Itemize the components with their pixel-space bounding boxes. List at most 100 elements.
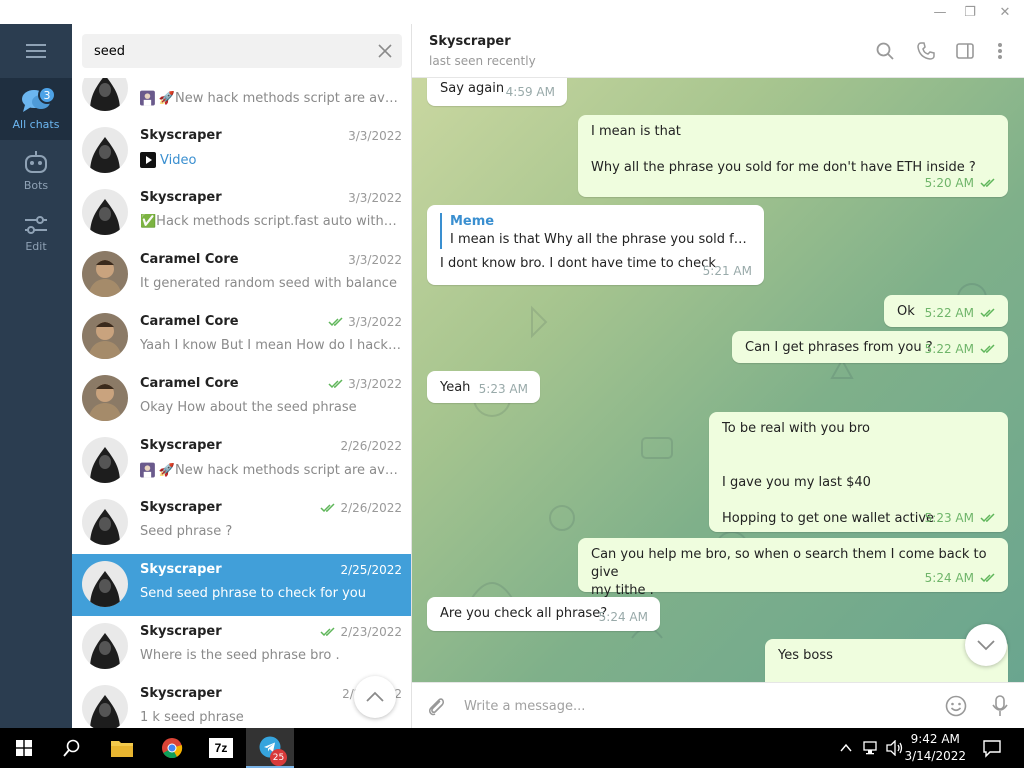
smile-icon	[945, 695, 967, 717]
message-history[interactable]: Say again 4:59 AM I mean is that Why all t…	[412, 78, 1024, 682]
chat-date-text: 3/3/2022	[348, 129, 402, 143]
scroll-down-button[interactable]	[965, 624, 1007, 666]
restore-button[interactable]: ❐	[954, 0, 986, 24]
chat-name: Caramel Core	[140, 376, 239, 391]
windows-taskbar: 7z 25 9:42 AM 3/14/2022	[0, 728, 1024, 768]
avatar	[82, 251, 128, 297]
message-time: 5:20 AM	[924, 176, 974, 190]
scroll-up-button[interactable]	[354, 676, 396, 718]
telegram-button[interactable]	[246, 728, 294, 768]
outgoing-message[interactable]: Ok 5:22 AM	[884, 295, 1008, 327]
chat-name: Skyscraper	[140, 500, 222, 515]
close-window-button[interactable]: ✕	[989, 0, 1021, 24]
minimize-button[interactable]: —	[924, 0, 956, 24]
media-thumbnail-icon	[140, 90, 155, 106]
avatar-image	[82, 251, 128, 297]
chat-preview-text: 1 k seed phrase	[140, 710, 244, 725]
outgoing-message[interactable]: Can I get phrases from you ? 5:22 AM	[732, 331, 1008, 363]
chat-preview-text: 🚀New hack methods script are availa...	[158, 90, 402, 106]
avatar-image	[82, 313, 128, 359]
chat-preview: Yaah I know But I mean How do I hack ...	[140, 338, 402, 353]
search-input[interactable]	[94, 34, 364, 68]
message-input[interactable]	[464, 691, 924, 721]
chat-preview: It generated random seed with balance	[140, 276, 402, 291]
chat-preview: Where is the seed phrase bro .	[140, 648, 402, 663]
avatar-image	[82, 437, 128, 483]
sidebar-toggle-button[interactable]	[953, 39, 977, 63]
read-checkmarks-icon	[980, 513, 995, 523]
chat-date: 3/3/2022	[328, 377, 402, 391]
message-time: 5:21 AM	[702, 264, 752, 278]
taskbar-clock[interactable]: 9:42 AM 3/14/2022	[904, 731, 966, 765]
volume-icon[interactable]	[886, 740, 904, 756]
emoji-button[interactable]	[944, 694, 968, 718]
chevron-up-icon[interactable]	[840, 741, 852, 755]
menu-button[interactable]	[0, 24, 72, 78]
start-button[interactable]	[0, 728, 48, 768]
reply-quote[interactable]: Meme I mean is that Why all the phrase yo…	[440, 213, 751, 249]
read-checkmarks-icon	[980, 178, 995, 188]
chat-date: 3/3/2022	[348, 253, 402, 267]
search-icon	[63, 739, 80, 757]
chat-preview-text: Where is the seed phrase bro .	[140, 648, 340, 663]
chat-header[interactable]: Skyscraper last seen recently	[412, 24, 1024, 78]
voice-message-button[interactable]	[988, 694, 1012, 718]
chrome-button[interactable]	[148, 728, 196, 768]
chat-preview: Send seed phrase to check for you	[140, 586, 402, 601]
chat-list-item[interactable]: Skyscraper 2/26/2022 🚀New hack methods scr…	[72, 430, 411, 492]
folder-bots[interactable]: Bots	[0, 140, 72, 202]
chat-list-item[interactable]: Caramel Core 3/3/2022 Yaah I know But I me…	[72, 306, 411, 368]
message-meta: 5:21 AM	[703, 262, 752, 280]
network-icon[interactable]	[863, 740, 881, 756]
incoming-message[interactable]: Are you check all phrase? 5:24 AM	[427, 597, 660, 631]
chat-title[interactable]: Skyscraper	[429, 34, 511, 49]
folder-icon	[111, 741, 133, 757]
chat-list-item[interactable]: Skyscraper 2/23/2022 Where is the seed phr…	[72, 616, 411, 678]
avatar-image	[82, 375, 128, 421]
chevron-up-icon	[366, 691, 384, 702]
folder-edit[interactable]: Edit	[0, 202, 72, 264]
avatar	[82, 685, 128, 728]
clear-search-icon[interactable]	[376, 42, 394, 60]
file-explorer-button[interactable]	[98, 728, 146, 768]
message-meta: 5:23 AM	[479, 380, 528, 398]
folder-all-chats[interactable]: 3 All chats	[0, 78, 72, 140]
chat-list-item[interactable]: Caramel Core 3/3/2022 Okay How about the s…	[72, 368, 411, 430]
reply-text: I mean is that Why all the phrase you so…	[450, 232, 751, 247]
message-meta: 5:24 AM	[599, 608, 648, 626]
chat-preview-text: Yaah I know But I mean How do I hack ...	[140, 338, 402, 353]
attach-button[interactable]	[424, 694, 448, 718]
notification-icon[interactable]	[982, 738, 1002, 758]
chat-date: 3/3/2022	[328, 315, 402, 329]
window-titlebar: — ❐ ✕	[0, 0, 1024, 24]
outgoing-message[interactable]: Can you help me bro, so when o search th…	[578, 538, 1008, 598]
chat-list-item[interactable]: Skyscraper 2/26/2022 Seed phrase ?	[72, 492, 411, 554]
more-button[interactable]	[988, 39, 1012, 63]
incoming-message[interactable]: Yeah 5:23 AM	[427, 371, 540, 403]
call-button[interactable]	[914, 39, 938, 63]
incoming-message[interactable]: Say again 4:59 AM	[427, 78, 567, 106]
reply-author: Meme	[450, 214, 495, 229]
chat-list-item[interactable]: Skyscraper 3/3/2022 Video	[72, 120, 411, 182]
avatar	[82, 313, 128, 359]
chat-list-item[interactable]: Skyscraper 3/3/2022 ✅Hack methods script.f…	[72, 182, 411, 244]
chat-list: 🚀New hack methods script are availa... Sk…	[72, 78, 411, 728]
outgoing-message[interactable]: To be real with you bro I gave you my la…	[709, 412, 1008, 532]
outgoing-message[interactable]: I mean is that Why all the phrase you so…	[578, 115, 1008, 197]
chat-preview: Video	[140, 152, 402, 168]
chat-status: last seen recently	[429, 54, 536, 68]
search-chat-button[interactable]	[873, 39, 897, 63]
chat-list-item[interactable]: 🚀New hack methods script are availa...	[72, 78, 411, 120]
taskbar-search-button[interactable]	[48, 728, 96, 768]
chat-list-item[interactable]: Skyscraper 2/25/2022 Send seed phrase to c…	[72, 554, 411, 616]
avatar	[82, 375, 128, 421]
incoming-message[interactable]: Meme I mean is that Why all the phrase yo…	[427, 205, 764, 285]
read-checkmarks-icon	[980, 308, 995, 318]
7zip-button[interactable]: 7z	[197, 728, 245, 768]
chat-preview-text: It generated random seed with balance	[140, 276, 397, 291]
read-checkmarks-icon	[980, 344, 995, 354]
sidebar-icon	[956, 43, 974, 59]
avatar	[82, 437, 128, 483]
chat-list-item[interactable]: Caramel Core 3/3/2022 It generated random …	[72, 244, 411, 306]
folder-label: All chats	[12, 117, 60, 131]
